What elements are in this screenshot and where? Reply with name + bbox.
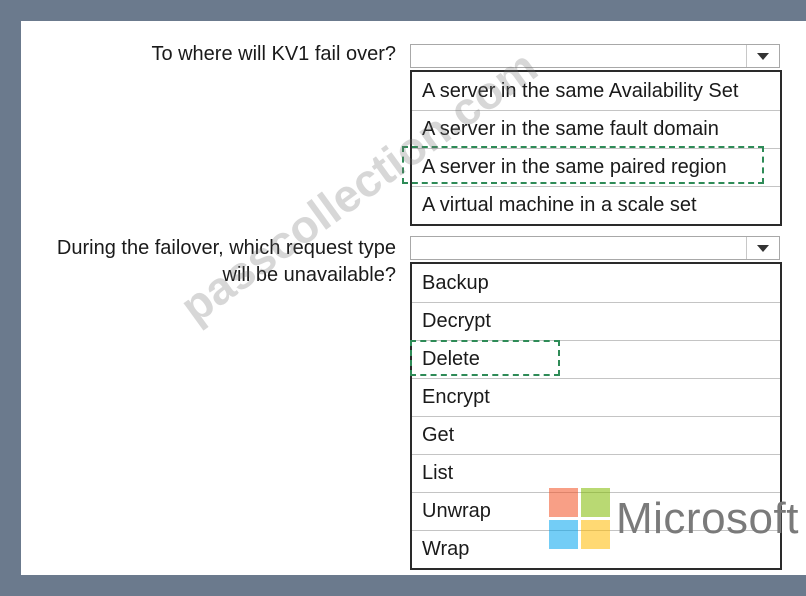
chevron-down-icon[interactable]	[746, 45, 779, 67]
logo-tile-blue	[549, 520, 578, 549]
question-2-dropdown[interactable]	[410, 236, 780, 260]
chevron-down-icon[interactable]	[746, 237, 779, 259]
question-1-dropdown[interactable]	[410, 44, 780, 68]
question-1-options: A server in the same Availability Set A …	[410, 70, 782, 226]
question-1-label: To where will KV1 fail over?	[151, 43, 396, 65]
q1-option[interactable]: A virtual machine in a scale set	[412, 186, 780, 224]
microsoft-wordmark: Microsoft	[616, 494, 799, 543]
q2-option[interactable]: Decrypt	[412, 302, 780, 340]
q1-option[interactable]: A server in the same fault domain	[412, 110, 780, 148]
q2-option[interactable]: List	[412, 454, 780, 492]
q1-option-selected[interactable]: A server in the same paired region	[412, 148, 780, 186]
question-2-line-2: will be unavailable?	[222, 264, 396, 286]
q2-option[interactable]: Get	[412, 416, 780, 454]
q1-option[interactable]: A server in the same Availability Set	[412, 72, 780, 110]
q2-option[interactable]: Backup	[412, 264, 780, 302]
question-2-line-1: During the failover, which request type	[56, 237, 396, 259]
q2-option-selected[interactable]: Delete	[412, 340, 780, 378]
logo-tile-green	[581, 488, 610, 517]
question-2-label: During the failover, which request type …	[20, 235, 396, 289]
microsoft-logo-icon	[549, 488, 611, 550]
q2-option[interactable]: Encrypt	[412, 378, 780, 416]
logo-tile-yellow	[581, 520, 610, 549]
logo-tile-red	[549, 488, 578, 517]
